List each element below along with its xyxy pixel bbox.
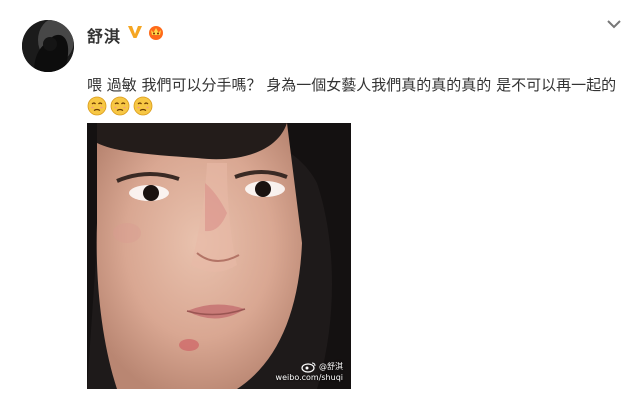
- watermark-handle: @舒淇: [319, 362, 343, 371]
- photo-watermark: @舒淇 weibo.com/shuqi: [276, 361, 343, 383]
- emoji-row: [87, 96, 153, 116]
- chevron-down-icon[interactable]: [606, 18, 622, 30]
- weibo-post: 舒淇 喂 過敏 我們可以分手嗎？ 身為一個女藝人我們真的真的真的 是不可以再一起…: [0, 0, 640, 408]
- member-crown-icon[interactable]: [147, 23, 165, 41]
- post-photo[interactable]: @舒淇 weibo.com/shuqi: [87, 123, 351, 389]
- author-avatar[interactable]: [22, 20, 74, 72]
- author-name[interactable]: 舒淇: [87, 23, 121, 47]
- sad-face-emoji-icon: [133, 96, 153, 116]
- face-photo-image: [87, 123, 351, 389]
- watermark-url: weibo.com/shuqi: [275, 373, 343, 382]
- sad-face-emoji-icon: [110, 96, 130, 116]
- sad-face-emoji-icon: [87, 96, 107, 116]
- avatar-image: [22, 20, 74, 72]
- weibo-logo-icon: [301, 362, 316, 373]
- post-text: 喂 過敏 我們可以分手嗎？ 身為一個女藝人我們真的真的真的 是不可以再一起的: [87, 76, 617, 94]
- verified-v-badge-icon: [128, 26, 142, 38]
